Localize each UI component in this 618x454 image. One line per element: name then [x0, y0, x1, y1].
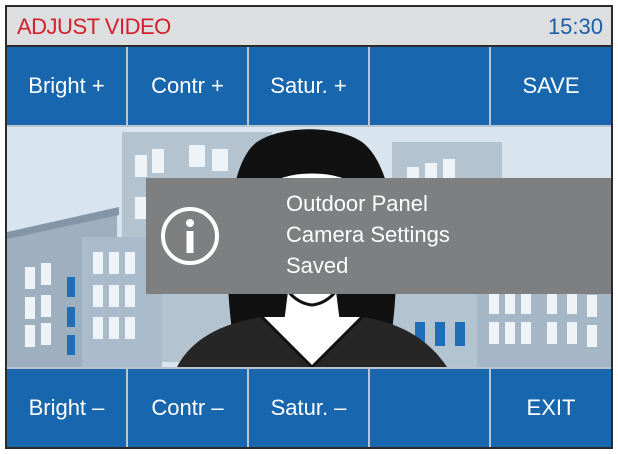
contrast-increase-button[interactable]: Contr + [128, 47, 249, 127]
info-icon [161, 207, 219, 265]
exit-button[interactable]: EXIT [491, 367, 611, 447]
save-button[interactable]: SAVE [491, 47, 611, 127]
clock: 15:30 [547, 14, 603, 39]
top-button-bar: Bright + Contr + Satur. + SAVE [7, 47, 611, 127]
notification-message: Outdoor Panel Camera Settings Saved [286, 188, 450, 281]
brightness-decrease-button[interactable]: Bright – [7, 367, 128, 447]
saturation-decrease-button[interactable]: Satur. – [249, 367, 370, 447]
title-bar: ADJUST VIDEO 15:30 [7, 7, 611, 47]
notification-toast: Outdoor Panel Camera Settings Saved [146, 178, 611, 294]
notification-line-3: Saved [286, 253, 349, 278]
bottom-button-bar: Bright – Contr – Satur. – EXIT [7, 367, 611, 447]
screen-title: ADJUST VIDEO [17, 14, 171, 39]
notification-line-1: Outdoor Panel [286, 191, 428, 216]
brightness-increase-button[interactable]: Bright + [7, 47, 128, 127]
notification-line-2: Camera Settings [286, 222, 450, 247]
device-screen: ADJUST VIDEO 15:30 Bright + Contr + Satu… [5, 5, 613, 449]
contrast-decrease-button[interactable]: Contr – [128, 367, 249, 447]
empty-button-top[interactable] [370, 47, 491, 127]
empty-button-bottom[interactable] [370, 367, 491, 447]
saturation-increase-button[interactable]: Satur. + [249, 47, 370, 127]
